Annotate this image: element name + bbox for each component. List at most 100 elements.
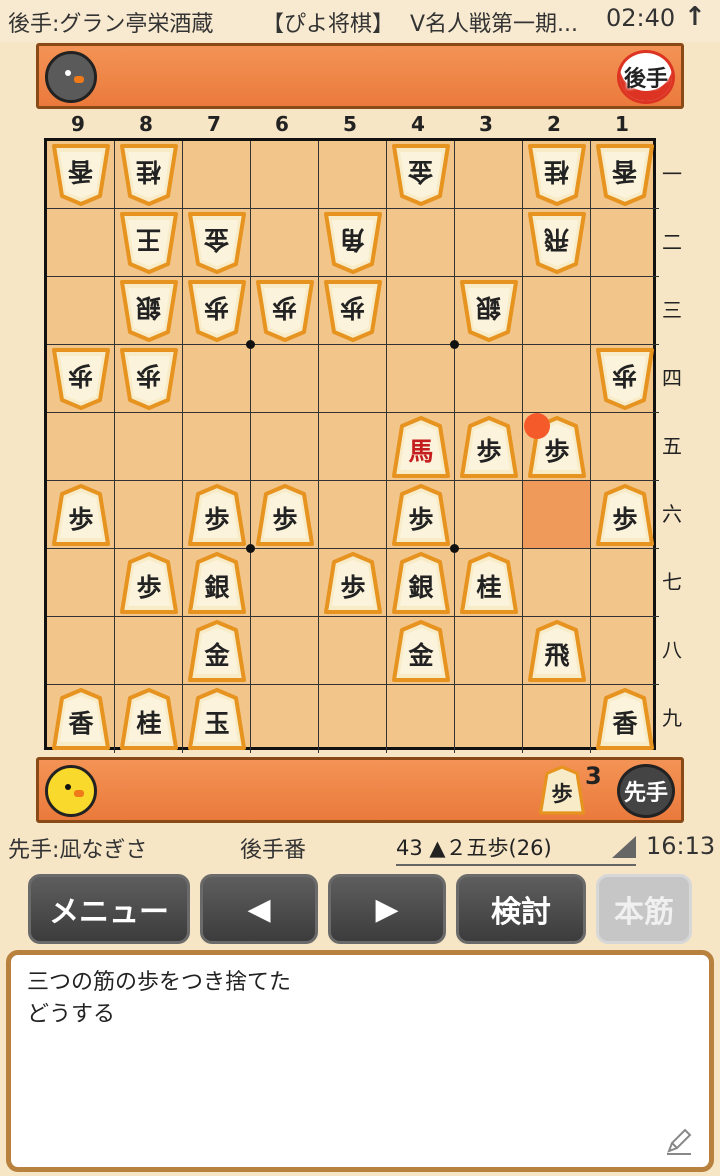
board-square[interactable] [115, 617, 183, 685]
gote-piece[interactable]: 桂 [528, 144, 586, 206]
gote-piece[interactable]: 歩 [324, 280, 382, 342]
next-move-button[interactable]: ▶ [328, 874, 446, 944]
sente-piece[interactable]: 銀 [188, 552, 246, 614]
gote-piece[interactable]: 歩 [596, 348, 654, 410]
comment-box[interactable]: 三つの筋の歩をつき捨てた どうする [6, 950, 714, 1172]
board-square[interactable] [47, 617, 115, 685]
file-label: 8 [139, 112, 153, 136]
board-square[interactable] [455, 141, 523, 209]
gote-piece[interactable]: 王 [120, 212, 178, 274]
sente-piece[interactable]: 歩 [256, 484, 314, 546]
board-square[interactable] [591, 209, 659, 277]
prev-move-button[interactable]: ◀ [200, 874, 318, 944]
board-square[interactable] [591, 617, 659, 685]
menu-button[interactable]: メニュー [28, 874, 190, 944]
piece-glyph: 金 [408, 157, 434, 186]
board-square[interactable] [183, 141, 251, 209]
gote-piece[interactable]: 歩 [52, 348, 110, 410]
board-square[interactable] [591, 413, 659, 481]
current-move[interactable]: 43 ▲２五歩(26) [396, 832, 636, 866]
board-square[interactable] [47, 209, 115, 277]
gote-piece[interactable]: 香 [52, 144, 110, 206]
analyze-button[interactable]: 検討 [456, 874, 586, 944]
piece-glyph: 王 [136, 225, 162, 254]
gote-piece[interactable]: 金 [188, 212, 246, 274]
board-square[interactable] [319, 413, 387, 481]
gote-piece[interactable]: 香 [596, 144, 654, 206]
gote-piece[interactable]: 飛 [528, 212, 586, 274]
board-square[interactable] [47, 549, 115, 617]
board-square[interactable] [319, 141, 387, 209]
comment-line-2: どうする [27, 1002, 116, 1027]
board-square[interactable] [251, 413, 319, 481]
pencil-icon[interactable] [663, 1125, 695, 1157]
sente-piece[interactable]: 歩 [188, 484, 246, 546]
sente-piece[interactable]: 桂 [460, 552, 518, 614]
sente-piece[interactable]: 馬 [392, 416, 450, 478]
board-square[interactable] [251, 617, 319, 685]
sente-piece[interactable]: 金 [392, 620, 450, 682]
board-square[interactable] [523, 549, 591, 617]
gote-piece[interactable]: 銀 [460, 280, 518, 342]
sente-piece[interactable]: 歩 [52, 484, 110, 546]
board-square[interactable] [523, 345, 591, 413]
app-name: 【ぴよ将棋】 [262, 12, 395, 37]
mainline-button[interactable]: 本筋 [596, 874, 692, 944]
board-square[interactable] [387, 685, 455, 753]
hand-piece-pawn[interactable]: 歩 [539, 764, 585, 816]
move-dropdown-icon[interactable] [612, 836, 636, 858]
gote-piece[interactable]: 金 [392, 144, 450, 206]
sente-piece[interactable]: 飛 [528, 620, 586, 682]
board-square[interactable] [387, 345, 455, 413]
gote-piece[interactable]: 桂 [120, 144, 178, 206]
board-square[interactable] [455, 209, 523, 277]
shogi-board[interactable]: 香桂金桂香王金角飛銀歩歩歩銀歩歩歩馬歩歩歩歩歩歩歩歩銀歩銀桂金金飛香桂玉香 [44, 138, 659, 753]
board-square[interactable] [251, 345, 319, 413]
board-square[interactable] [251, 209, 319, 277]
rank-label: 一 [662, 162, 682, 186]
board-square[interactable] [455, 345, 523, 413]
board-square[interactable] [115, 413, 183, 481]
board-square[interactable] [319, 617, 387, 685]
board-square[interactable] [319, 345, 387, 413]
board-square[interactable] [523, 685, 591, 753]
sente-piece[interactable]: 香 [596, 688, 654, 750]
sente-piece[interactable]: 香 [52, 688, 110, 750]
board-square[interactable] [47, 277, 115, 345]
sente-piece[interactable]: 歩 [120, 552, 178, 614]
gote-piece[interactable]: 歩 [256, 280, 314, 342]
gote-piece[interactable]: 歩 [188, 280, 246, 342]
board-square[interactable] [47, 413, 115, 481]
board-square[interactable] [251, 685, 319, 753]
sente-piece[interactable]: 歩 [392, 484, 450, 546]
up-arrow-icon[interactable]: ↑ [684, 2, 706, 32]
board-square[interactable] [251, 549, 319, 617]
sente-piece[interactable]: 歩 [596, 484, 654, 546]
board-square[interactable] [319, 481, 387, 549]
sente-piece[interactable]: 歩 [324, 552, 382, 614]
board-square[interactable] [183, 345, 251, 413]
sente-piece[interactable]: 金 [188, 620, 246, 682]
board-square[interactable] [387, 277, 455, 345]
sente-piece[interactable]: 桂 [120, 688, 178, 750]
sente-piece[interactable]: 歩 [460, 416, 518, 478]
board-square[interactable] [455, 685, 523, 753]
board-square[interactable] [387, 209, 455, 277]
board-square[interactable] [183, 413, 251, 481]
highlighted-square[interactable] [523, 481, 591, 549]
gote-piece[interactable]: 歩 [120, 348, 178, 410]
board-square[interactable] [319, 685, 387, 753]
hand-piece-count: 3 [585, 762, 602, 790]
board-square[interactable] [455, 481, 523, 549]
board-square[interactable] [251, 141, 319, 209]
board-square[interactable] [115, 481, 183, 549]
sente-piece[interactable]: 玉 [188, 688, 246, 750]
board-square[interactable] [591, 277, 659, 345]
board-square[interactable] [455, 617, 523, 685]
sente-piece[interactable]: 銀 [392, 552, 450, 614]
board-square[interactable] [523, 277, 591, 345]
piece-glyph: 桂 [136, 709, 162, 738]
gote-piece[interactable]: 銀 [120, 280, 178, 342]
board-square[interactable] [591, 549, 659, 617]
gote-piece[interactable]: 角 [324, 212, 382, 274]
